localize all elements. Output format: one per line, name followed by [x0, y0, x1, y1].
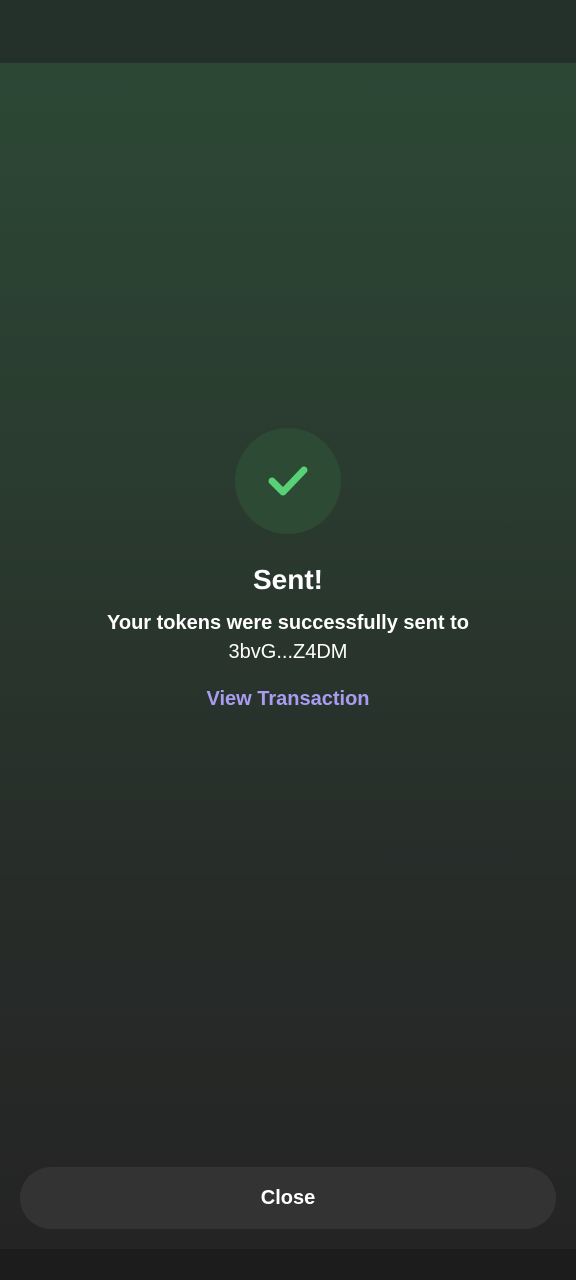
success-message: Your tokens were successfully sent to — [107, 612, 469, 634]
close-button-label: Close — [260, 1186, 316, 1209]
close-button[interactable]: Close — [20, 1167, 556, 1229]
send-success-screen: Sent! Your tokens were successfully sent… — [0, 0, 576, 1280]
recipient-address: 3bvG...Z4DM — [228, 641, 348, 663]
status-bar — [0, 0, 576, 63]
system-navigation-bar — [0, 1249, 576, 1280]
success-badge — [235, 428, 341, 534]
view-transaction-link[interactable]: View Transaction — [188, 684, 388, 714]
checkmark-icon — [268, 466, 308, 496]
page-title: Sent! — [253, 564, 323, 595]
